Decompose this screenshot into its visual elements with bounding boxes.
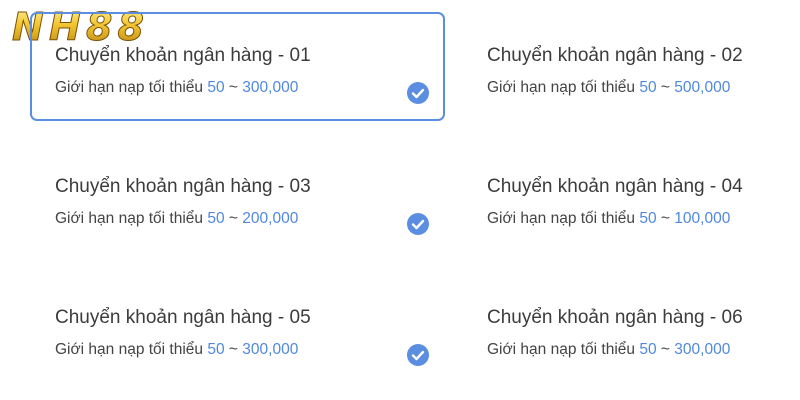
check-circle-icon [407,82,429,104]
option-limit: Giới hạn nạp tối thiểu 50 ~ 300,000 [55,79,299,96]
option-title: Chuyển khoản ngân hàng - 04 [487,176,743,197]
option-title: Chuyển khoản ngân hàng - 06 [487,307,743,328]
max-amount: 300,000 [242,79,299,96]
option-limit: Giới hạn nạp tối thiểu 50 ~ 100,000 [487,210,731,227]
option-limit: Giới hạn nạp tối thiểu 50 ~ 300,000 [487,341,731,358]
bank-transfer-option-04[interactable]: Chuyển khoản ngân hàng - 04 Giới hạn nạp… [464,144,784,253]
max-amount: 200,000 [242,210,299,227]
min-amount: 50 [207,341,225,358]
option-limit: Giới hạn nạp tối thiểu 50 ~ 300,000 [55,341,299,358]
min-amount: 50 [639,341,657,358]
min-amount: 50 [207,79,225,96]
bank-transfer-option-03[interactable]: Chuyển khoản ngân hàng - 03 Giới hạn nạp… [30,144,445,253]
option-title: Chuyển khoản ngân hàng - 05 [55,307,311,328]
bank-transfer-option-05[interactable]: Chuyển khoản ngân hàng - 05 Giới hạn nạp… [30,275,445,384]
option-title: Chuyển khoản ngân hàng - 02 [487,45,743,66]
option-limit: Giới hạn nạp tối thiểu 50 ~ 500,000 [487,79,731,96]
option-title: Chuyển khoản ngân hàng - 03 [55,176,311,197]
check-circle-icon [407,213,429,235]
check-circle-icon [407,344,429,366]
bank-transfer-option-06[interactable]: Chuyển khoản ngân hàng - 06 Giới hạn nạp… [464,275,784,384]
option-title: Chuyển khoản ngân hàng - 01 [55,45,311,66]
bank-transfer-option-02[interactable]: Chuyển khoản ngân hàng - 02 Giới hạn nạp… [464,12,784,121]
bank-transfer-option-01[interactable]: Chuyển khoản ngân hàng - 01 Giới hạn nạp… [30,12,445,121]
max-amount: 500,000 [674,79,731,96]
max-amount: 100,000 [674,210,731,227]
min-amount: 50 [639,210,657,227]
option-limit: Giới hạn nạp tối thiểu 50 ~ 200,000 [55,210,299,227]
max-amount: 300,000 [674,341,731,358]
max-amount: 300,000 [242,341,299,358]
min-amount: 50 [207,210,225,227]
min-amount: 50 [639,79,657,96]
